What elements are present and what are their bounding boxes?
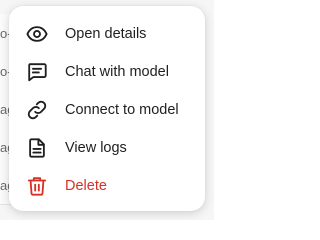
menu-item-delete[interactable]: Delete (9, 167, 205, 205)
menu-item-label: Open details (65, 26, 147, 42)
eye-icon (26, 23, 48, 45)
menu-item-chat-with-model[interactable]: Chat with model (9, 53, 205, 91)
menu-item-label: Chat with model (65, 64, 169, 80)
menu-item-label: View logs (65, 140, 127, 156)
link-icon (26, 99, 48, 121)
document-icon (26, 137, 48, 159)
menu-item-connect-to-model[interactable]: Connect to model (9, 91, 205, 129)
menu-item-label: Delete (65, 178, 107, 194)
menu-item-label: Connect to model (65, 102, 179, 118)
trash-icon (26, 175, 48, 197)
page: o- o- ag ag ag Open details Chat with mo… (0, 0, 214, 220)
menu-item-view-logs[interactable]: View logs (9, 129, 205, 167)
context-menu: Open details Chat with model Connect to … (9, 6, 205, 211)
menu-item-open-details[interactable]: Open details (9, 15, 205, 53)
chat-icon (26, 61, 48, 83)
